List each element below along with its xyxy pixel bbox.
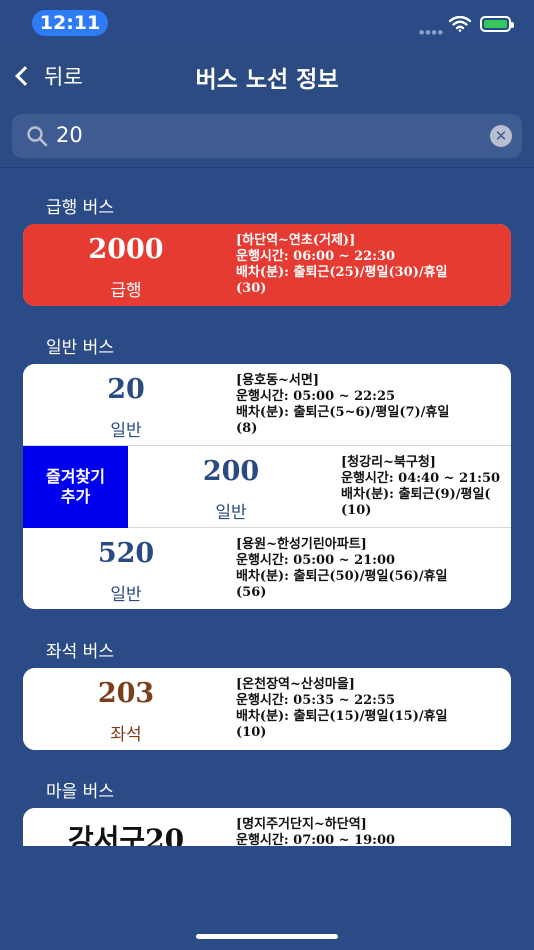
route-type: 급행: [110, 281, 142, 301]
battery-icon: [480, 16, 514, 32]
route-row[interactable]: 20 일반 [용호동~서면] 운행시간: 05:00 ~ 22:25 배차(분)…: [23, 364, 511, 446]
search-icon: [27, 126, 48, 147]
section-title-village: 마을 버스: [46, 782, 114, 802]
route-type: 좌석: [110, 725, 142, 745]
section-title-general: 일반 버스: [46, 338, 114, 358]
route-hours: 운행시간: 07:00 ~ 19:00: [236, 833, 396, 846]
divider: [0, 167, 534, 168]
route-interval-cont: (10): [236, 725, 267, 740]
route-type: 일반: [110, 585, 142, 605]
route-info: [하단역~연초(거제)] 운행시간: 06:00 ~ 22:30 배차(분): …: [236, 233, 506, 297]
route-info: [명지주거단지~하단역] 운행시간: 07:00 ~ 19:00: [236, 817, 506, 846]
route-info: [용원~한성기린아파트] 운행시간: 05:00 ~ 21:00 배차(분): …: [236, 537, 506, 601]
route-endpoints: [용원~한성기린아파트]: [236, 537, 367, 552]
section-title-express: 급행 버스: [46, 198, 114, 218]
cellular-signal-icon: ●●●●: [419, 29, 444, 36]
route-number: 520: [97, 538, 155, 569]
route-info: [청강리~북구청] 운행시간: 04:40 ~ 21:50 배차(분): 출퇴근…: [341, 455, 511, 519]
route-row-swiped[interactable]: 즐겨찾기 추가 200 일반 [청강리~북구청] 운행시간: 04:40 ~ 2…: [23, 446, 511, 528]
village-route-card: 강서구20 [명지주거단지~하단역] 운행시간: 07:00 ~ 19:00: [23, 808, 511, 846]
route-hours: 운행시간: 06:00 ~ 22:30: [236, 249, 396, 264]
section-title-seat: 좌석 버스: [46, 642, 114, 662]
page-title: 버스 노선 정보: [195, 67, 339, 93]
route-row[interactable]: 2000 급행 [하단역~연초(거제)] 운행시간: 06:00 ~ 22:30…: [23, 224, 511, 306]
seat-route-card: 203 좌석 [온천장역~산성마을] 운행시간: 05:35 ~ 22:55 배…: [23, 668, 511, 750]
search-input[interactable]: 20 ✕: [12, 114, 522, 158]
route-hours: 운행시간: 05:00 ~ 21:00: [236, 553, 396, 568]
route-number: 200: [202, 456, 260, 487]
route-endpoints: [명지주거단지~하단역]: [236, 817, 367, 832]
route-endpoints: [하단역~연초(거제)]: [236, 233, 356, 248]
status-time: 12:11: [32, 10, 108, 36]
route-number: 강서구20: [67, 823, 185, 846]
route-info: [온천장역~산성마을] 운행시간: 05:35 ~ 22:55 배차(분): 출…: [236, 677, 506, 741]
clear-icon[interactable]: ✕: [490, 125, 512, 147]
search-bar: 20 ✕: [0, 104, 534, 168]
route-row[interactable]: 203 좌석 [온천장역~산성마을] 운행시간: 05:35 ~ 22:55 배…: [23, 668, 511, 750]
route-endpoints: [온천장역~산성마을]: [236, 677, 355, 692]
route-hours: 운행시간: 04:40 ~ 21:50: [341, 471, 501, 486]
route-row[interactable]: 강서구20 [명지주거단지~하단역] 운행시간: 07:00 ~ 19:00: [23, 808, 511, 846]
route-hours: 운행시간: 05:00 ~ 22:25: [236, 389, 396, 404]
route-number: 203: [97, 678, 155, 709]
search-input-value: 20: [56, 123, 83, 147]
route-endpoints: [청강리~북구청]: [341, 455, 436, 470]
status-bar: 12:11 ●●●●: [0, 0, 534, 46]
route-number: 2000: [88, 234, 164, 265]
route-row[interactable]: 520 일반 [용원~한성기린아파트] 운행시간: 05:00 ~ 21:00 …: [23, 528, 511, 609]
route-endpoints: [용호동~서면]: [236, 373, 319, 388]
navigation-bar: 뒤로 버스 노선 정보: [0, 46, 534, 104]
route-interval-cont: (56): [236, 585, 267, 600]
route-info: [용호동~서면] 운행시간: 05:00 ~ 22:25 배차(분): 출퇴근(…: [236, 373, 506, 437]
home-indicator[interactable]: [196, 934, 338, 939]
route-interval: 배차(분): 출퇴근(50)/평일(56)/휴일: [236, 569, 448, 584]
wifi-icon: [449, 16, 471, 32]
route-interval: 배차(분): 출퇴근(15)/평일(15)/휴일: [236, 709, 448, 724]
swiped-route-content: 200 일반 [청강리~북구청] 운행시간: 04:40 ~ 21:50 배차(…: [128, 446, 511, 528]
route-interval: 배차(분): 출퇴근(9)/평일(: [341, 487, 491, 502]
route-interval-cont: (8): [236, 421, 258, 436]
general-route-card: 20 일반 [용호동~서면] 운행시간: 05:00 ~ 22:25 배차(분)…: [23, 364, 511, 609]
add-favorite-button[interactable]: 즐겨찾기 추가: [23, 446, 128, 528]
route-interval: 배차(분): 출퇴근(25)/평일(30)/휴일: [236, 265, 448, 280]
express-route-card: 2000 급행 [하단역~연초(거제)] 운행시간: 06:00 ~ 22:30…: [23, 224, 511, 306]
route-interval-cont: (10): [341, 503, 372, 518]
route-type: 일반: [110, 421, 142, 441]
route-interval-cont: (30): [236, 281, 267, 296]
route-interval: 배차(분): 출퇴근(5~6)/평일(7)/휴일: [236, 405, 450, 420]
add-favorite-label: 즐겨찾기 추가: [46, 467, 105, 506]
route-number: 20: [107, 374, 145, 405]
route-hours: 운행시간: 05:35 ~ 22:55: [236, 693, 396, 708]
route-type: 일반: [215, 503, 247, 523]
